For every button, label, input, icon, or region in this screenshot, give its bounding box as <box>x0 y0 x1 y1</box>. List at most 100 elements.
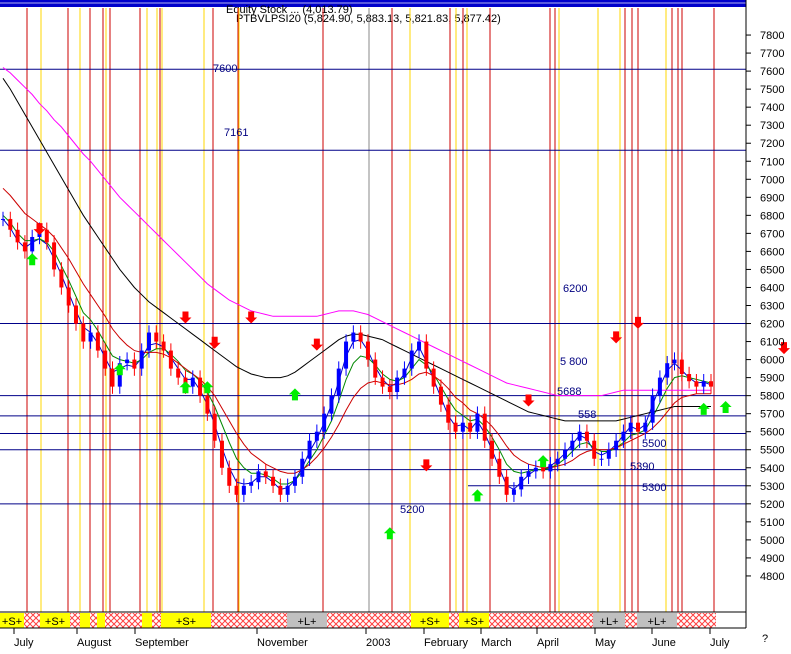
band-label: +S+ <box>420 616 440 628</box>
candle-body <box>694 381 699 387</box>
candle-body <box>103 350 108 369</box>
candle-body <box>541 467 546 472</box>
candle-body <box>628 422 633 432</box>
candle-body <box>139 350 144 369</box>
candle-body <box>402 368 407 378</box>
candle-body <box>636 422 641 432</box>
x-tick-label: February <box>424 637 469 649</box>
level-label: 6200 <box>563 283 587 295</box>
candle-body <box>95 332 100 351</box>
candle-body <box>198 377 203 396</box>
band-block <box>97 613 105 628</box>
candle-body <box>176 368 181 378</box>
y-tick-label: 6500 <box>760 264 784 276</box>
level-label: 5390 <box>630 461 654 473</box>
band-label: +S+ <box>2 616 22 628</box>
y-tick-label: 5700 <box>760 409 784 421</box>
level-label: 7161 <box>224 127 248 139</box>
x-tick-label: June <box>652 637 676 649</box>
candle-body <box>234 485 239 495</box>
candle-body <box>219 440 224 468</box>
candle-body <box>73 305 78 324</box>
candle-body <box>278 485 283 495</box>
candle-body <box>657 377 662 396</box>
candle-body <box>351 332 356 342</box>
y-tick-label: 6000 <box>760 355 784 367</box>
candle-body <box>468 422 473 432</box>
y-tick-label: 5400 <box>760 463 784 475</box>
candle-body <box>300 458 305 477</box>
candle-body <box>344 341 349 369</box>
help-glyph[interactable]: ? <box>762 633 768 645</box>
candle-body <box>1 218 5 220</box>
x-tick-label: 2003 <box>366 637 390 649</box>
candle-body <box>190 377 195 387</box>
x-tick-label: September <box>135 637 189 649</box>
x-tick-label: March <box>481 637 512 649</box>
candle-body <box>614 440 619 450</box>
candle-body <box>672 359 677 364</box>
x-tick-label: April <box>537 637 559 649</box>
candle-body <box>146 332 151 351</box>
y-tick-label: 5100 <box>760 517 784 529</box>
x-tick-label: July <box>14 637 34 649</box>
candle-body <box>161 341 166 351</box>
candle-body <box>132 359 137 369</box>
y-tick-label: 6100 <box>760 337 784 349</box>
candle-body <box>453 422 458 432</box>
candle-body <box>358 332 363 342</box>
candle-body <box>88 332 93 342</box>
candle-body <box>417 341 422 351</box>
candle-body <box>679 359 684 375</box>
y-tick-label: 5900 <box>760 373 784 385</box>
candle-body <box>460 422 465 432</box>
candle-body <box>504 476 509 495</box>
candle-body <box>365 341 370 360</box>
y-tick-label: 5300 <box>760 481 784 493</box>
y-tick-label: 6300 <box>760 300 784 312</box>
y-tick-label: 5500 <box>760 445 784 457</box>
candle-body <box>22 242 27 252</box>
candle-body <box>555 458 560 465</box>
candle-body <box>584 431 589 441</box>
x-tick-label: November <box>257 637 308 649</box>
candle-body <box>314 431 319 441</box>
level-label: 5688 <box>557 386 581 398</box>
candle-body <box>59 269 64 288</box>
candle-body <box>563 449 568 459</box>
level-label: 5500 <box>642 438 666 450</box>
candle-body <box>44 229 49 243</box>
y-tick-label: 7200 <box>760 138 784 150</box>
candle-body <box>533 467 538 472</box>
candle-body <box>285 485 290 495</box>
candle-body <box>709 381 713 387</box>
band-label: +S+ <box>45 616 65 628</box>
candle-body <box>329 395 334 414</box>
y-tick-label: 7300 <box>760 120 784 132</box>
candle-body <box>438 386 443 405</box>
candle-body <box>424 341 429 369</box>
candle-body <box>292 476 297 486</box>
candle-body <box>205 395 210 414</box>
candle-body <box>395 377 400 393</box>
candle-body <box>110 368 115 387</box>
candle-body <box>227 467 232 486</box>
y-tick-label: 7500 <box>760 84 784 96</box>
candle-body <box>431 368 436 387</box>
candle-body <box>52 242 57 270</box>
candle-body <box>621 431 626 441</box>
level-label: 7600 <box>213 63 237 75</box>
band-label: +L+ <box>648 616 667 628</box>
candle-body <box>168 350 173 369</box>
band-block <box>142 613 152 628</box>
y-tick-label: 7600 <box>760 66 784 78</box>
candle-body <box>15 229 20 243</box>
stock-chart: Equity Stock ... (4,013.79) PTBVLPSI20 (… <box>0 0 791 649</box>
candle-body <box>570 440 575 450</box>
y-tick-label: 7100 <box>760 156 784 168</box>
y-tick-label: 4800 <box>760 571 784 583</box>
y-tick-label: 5800 <box>760 391 784 403</box>
candle-body <box>249 482 254 486</box>
candle-body <box>446 404 451 423</box>
y-tick-label: 6800 <box>760 210 784 222</box>
